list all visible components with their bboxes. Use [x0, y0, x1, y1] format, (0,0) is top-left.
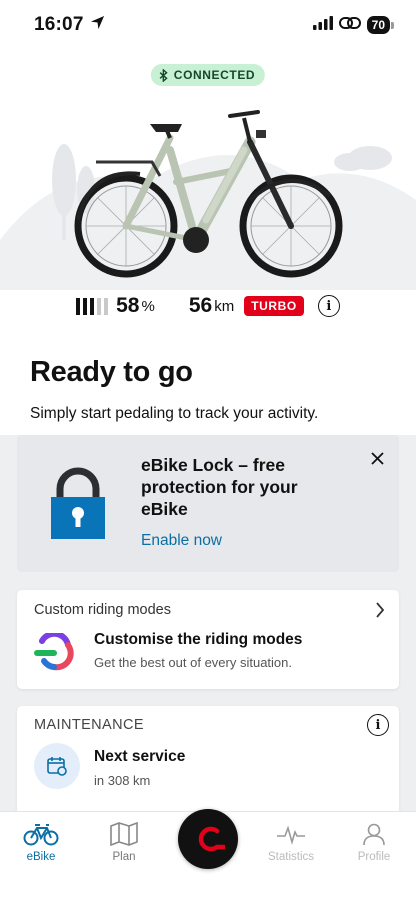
- tab-statistics[interactable]: Statistics: [256, 822, 326, 863]
- padlock-icon: [51, 467, 105, 539]
- next-service-distance: in 308 km: [94, 773, 151, 788]
- info-icon[interactable]: i: [317, 295, 340, 317]
- battery-unit: %: [141, 297, 155, 315]
- bluetooth-icon: [159, 68, 168, 82]
- map-icon: [110, 821, 138, 847]
- riding-modes-title: Customise the riding modes: [94, 631, 303, 648]
- link-icon: [338, 16, 361, 35]
- tab-plan-label: Plan: [112, 851, 136, 863]
- ready-section: Ready to go Simply start pedaling to tra…: [0, 340, 416, 435]
- range-unit: km: [214, 297, 235, 315]
- close-icon[interactable]: [371, 452, 384, 470]
- tab-profile[interactable]: Profile: [339, 822, 409, 863]
- cellular-signal-icon: [312, 15, 333, 35]
- range-value: 56: [188, 294, 213, 317]
- bike-icon: [23, 824, 59, 846]
- pulse-icon: [277, 825, 305, 845]
- bike-stats-row: 58 % 56 km TURBO i: [0, 294, 416, 318]
- battery-nub-icon: [391, 21, 394, 29]
- tab-profile-label: Profile: [357, 851, 391, 863]
- tab-ebike-label: eBike: [26, 851, 56, 863]
- battery-indicator: 70: [366, 16, 390, 34]
- location-arrow-icon: [90, 15, 105, 35]
- riding-modes-subtitle: Get the best out of every situation.: [94, 655, 293, 670]
- ready-subtitle: Simply start pedaling to track your acti…: [30, 405, 319, 422]
- maintenance-info-icon[interactable]: i: [367, 714, 389, 736]
- maintenance-card[interactable]: MAINTENANCE i Next service in 308 km: [17, 706, 399, 816]
- clock: 16:07: [34, 14, 84, 35]
- assist-mode-badge: TURBO: [244, 296, 304, 316]
- maintenance-header: MAINTENANCE: [34, 717, 144, 733]
- enable-now-link[interactable]: Enable now: [141, 532, 222, 550]
- connection-badge: CONNECTED: [150, 64, 266, 86]
- ready-title: Ready to go: [30, 356, 193, 388]
- battery-percent: 58: [116, 294, 140, 317]
- ride-action-button[interactable]: [178, 809, 238, 869]
- riding-modes-card[interactable]: Custom riding modes Customise the riding…: [17, 590, 399, 689]
- bottom-tab-bar: eBike Plan Statistics Profile: [0, 809, 416, 900]
- connection-label: CONNECTED: [173, 68, 256, 82]
- next-service-title: Next service: [94, 748, 186, 765]
- brand-logo-icon: [198, 826, 225, 852]
- tab-ebike[interactable]: eBike: [6, 822, 76, 863]
- lock-card-title: eBike Lock – free protection for your eB…: [141, 455, 298, 519]
- chevron-right-icon[interactable]: [375, 602, 385, 623]
- person-icon: [363, 823, 385, 846]
- status-bar: 16:07 70: [0, 0, 416, 50]
- tab-statistics-label: Statistics: [267, 851, 314, 863]
- battery-bars-icon: [76, 297, 109, 315]
- riding-modes-icon: [34, 633, 74, 671]
- calendar-gear-icon: [34, 743, 80, 789]
- bike-illustration: [0, 110, 416, 290]
- ebike-lock-card[interactable]: eBike Lock – free protection for your eB…: [17, 435, 399, 572]
- tab-plan[interactable]: Plan: [89, 821, 159, 863]
- riding-modes-header: Custom riding modes: [34, 602, 171, 618]
- ebike-hero: CONNECTED 58 % 56 km TURBO i: [0, 50, 416, 340]
